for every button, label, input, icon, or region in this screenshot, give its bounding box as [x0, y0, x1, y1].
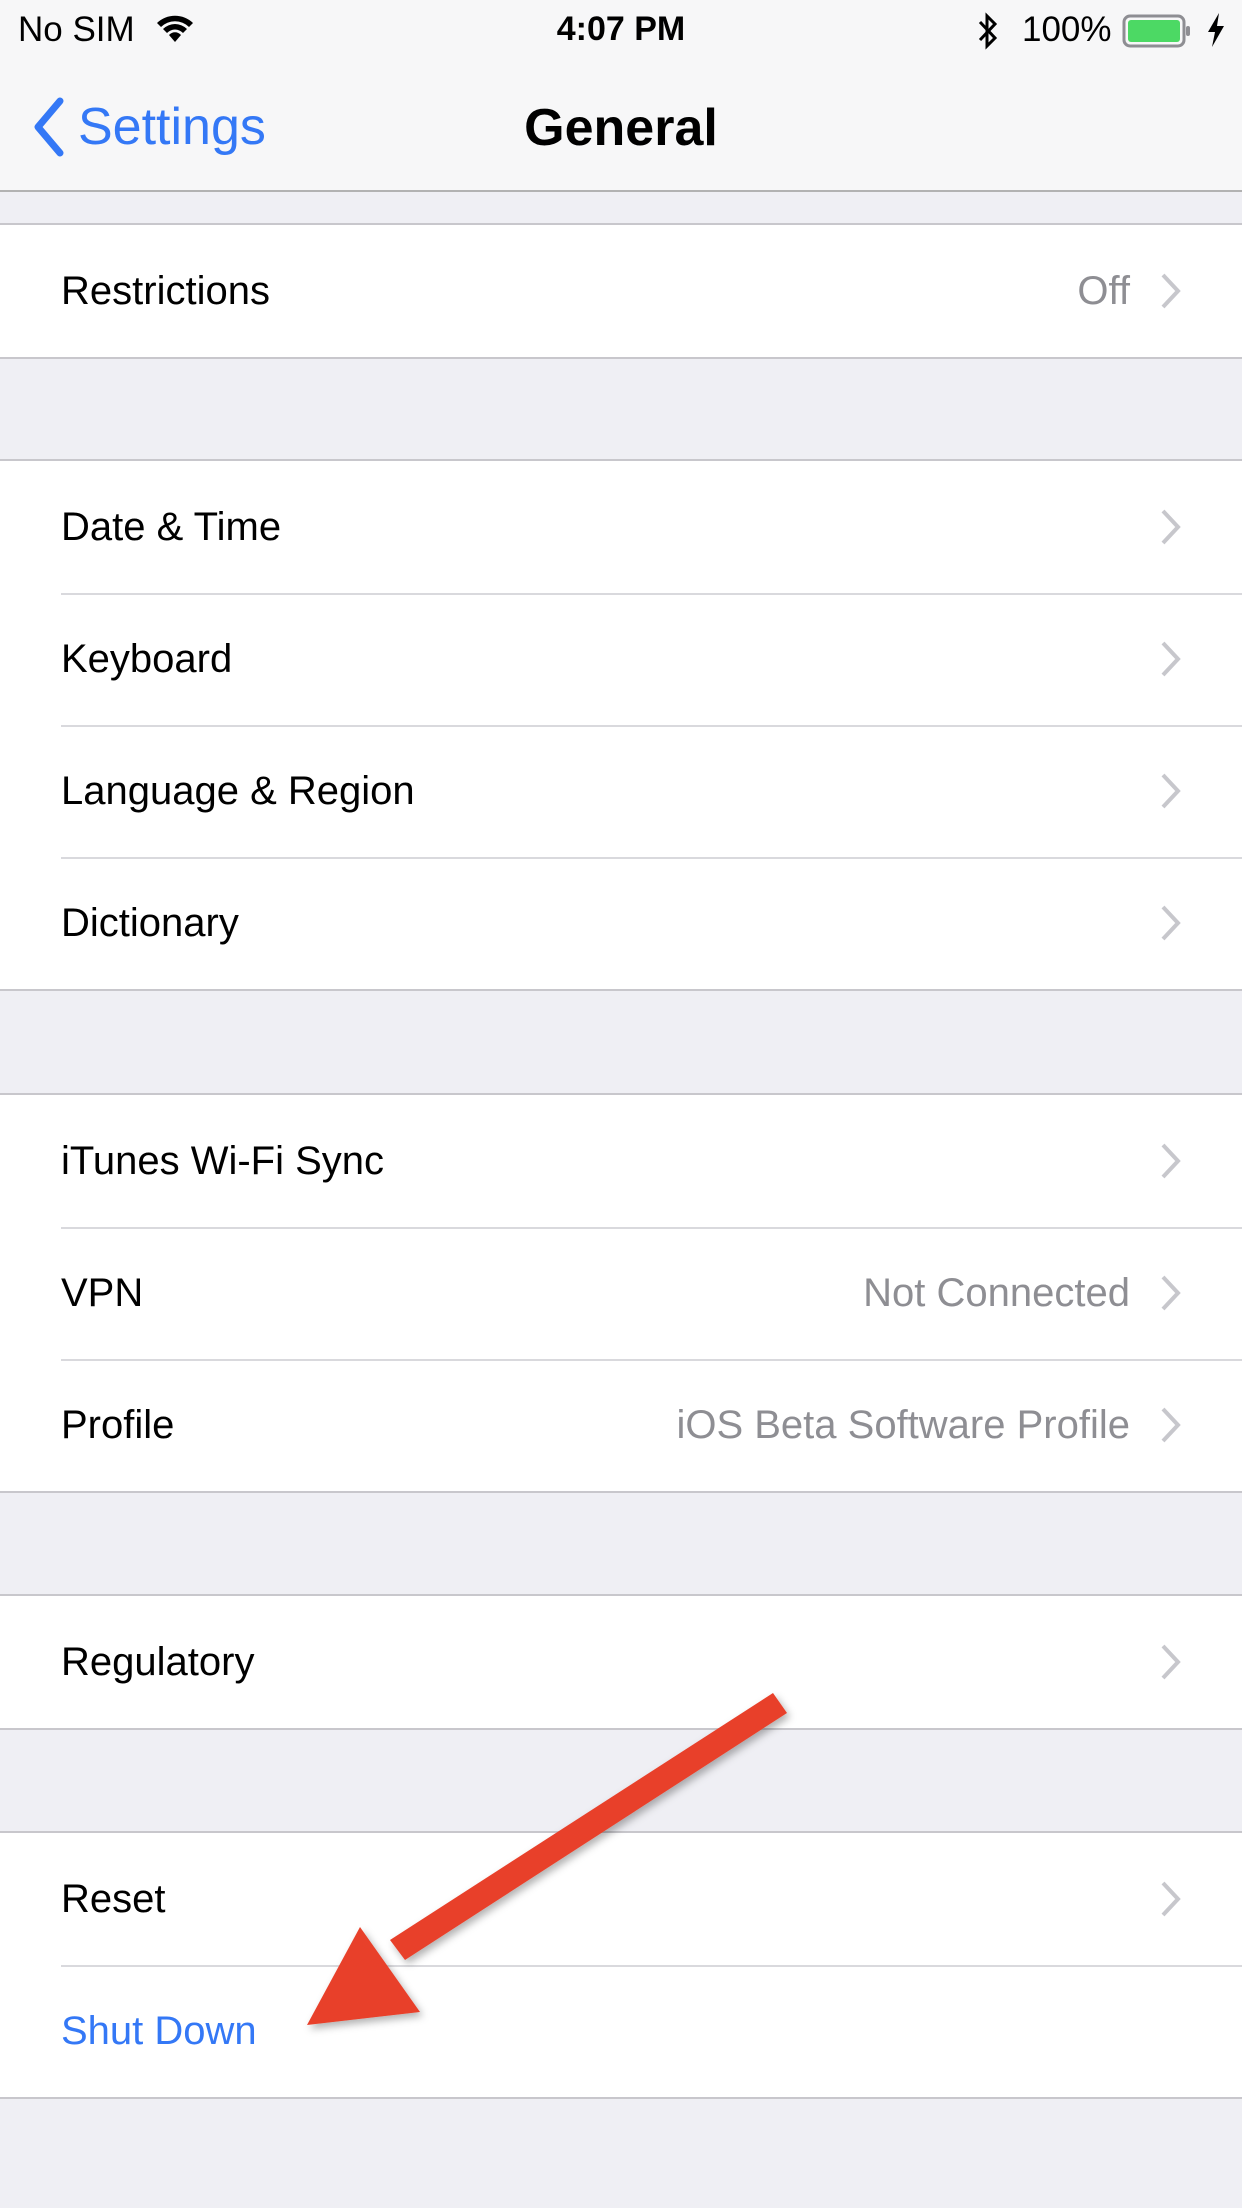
chevron-right-icon [1161, 273, 1181, 309]
top-bar: No SIM 4:07 PM 100% Settings General [0, 0, 1242, 192]
row-label: Reset [61, 1876, 166, 1921]
section-sync-vpn: iTunes Wi-Fi Sync VPN Not Connected Prof… [0, 1093, 1242, 1493]
row-label: Dictionary [61, 900, 239, 945]
chevron-right-icon [1161, 641, 1181, 677]
section-restrictions: Restrictions Off [0, 223, 1242, 359]
section-date-keyboard: Date & Time Keyboard Language & Region D… [0, 459, 1242, 991]
row-label: Profile [61, 1402, 175, 1447]
row-label: Language & Region [61, 768, 415, 813]
row-reset[interactable]: Reset [0, 1833, 1242, 1965]
battery-icon [1122, 14, 1192, 48]
row-value: Off [1077, 268, 1130, 313]
row-date-time[interactable]: Date & Time [0, 461, 1242, 593]
charging-bolt-icon [1206, 12, 1226, 57]
row-label: Regulatory [61, 1639, 255, 1684]
row-regulatory[interactable]: Regulatory [0, 1596, 1242, 1728]
chevron-right-icon [1161, 1407, 1181, 1443]
page-title: General [524, 99, 718, 157]
battery-percent: 100% [1022, 10, 1112, 49]
row-label: Date & Time [61, 504, 282, 549]
row-language-region[interactable]: Language & Region [0, 725, 1242, 857]
row-label: iTunes Wi-Fi Sync [61, 1138, 385, 1183]
status-bar: No SIM 4:07 PM 100% [0, 0, 1242, 60]
row-value: iOS Beta Software Profile [676, 1402, 1130, 1447]
chevron-right-icon [1161, 905, 1181, 941]
chevron-right-icon [1161, 1644, 1181, 1680]
navigation-bar: Settings General [0, 80, 1242, 190]
row-keyboard[interactable]: Keyboard [0, 593, 1242, 725]
section-regulatory: Regulatory [0, 1594, 1242, 1730]
row-dictionary[interactable]: Dictionary [0, 857, 1242, 989]
chevron-right-icon [1161, 1143, 1181, 1179]
row-vpn[interactable]: VPN Not Connected [0, 1227, 1242, 1359]
row-itunes-wifi-sync[interactable]: iTunes Wi-Fi Sync [0, 1095, 1242, 1227]
chevron-right-icon [1161, 773, 1181, 809]
row-label: Restrictions [61, 268, 270, 313]
row-value: Not Connected [863, 1270, 1130, 1315]
row-restrictions[interactable]: Restrictions Off [0, 225, 1242, 357]
row-label: VPN [61, 1270, 144, 1315]
section-reset-shutdown: Reset Shut Down [0, 1831, 1242, 2099]
shut-down-button[interactable]: Shut Down [0, 1965, 1242, 2097]
shut-down-label: Shut Down [61, 2008, 257, 2053]
row-label: Keyboard [61, 636, 233, 681]
row-profile[interactable]: Profile iOS Beta Software Profile [0, 1359, 1242, 1491]
bluetooth-icon [976, 12, 1000, 59]
battery-fill [1128, 20, 1180, 42]
chevron-right-icon [1161, 509, 1181, 545]
chevron-right-icon [1161, 1881, 1181, 1917]
chevron-right-icon [1161, 1275, 1181, 1311]
